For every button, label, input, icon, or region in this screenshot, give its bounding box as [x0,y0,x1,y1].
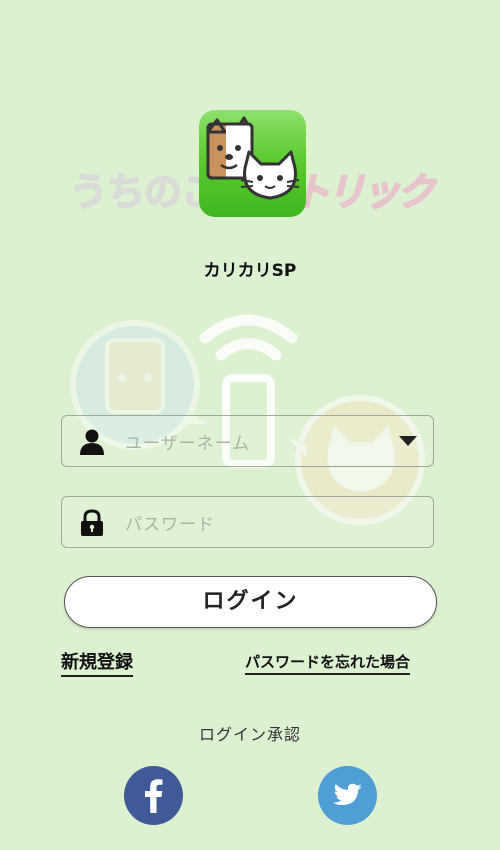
username-field[interactable]: ユーザーネーム [61,415,434,467]
logo-text-left: うちのこ [70,170,218,214]
cat-icon [240,150,300,200]
app-icon [199,110,306,217]
dropdown-caret-icon[interactable] [399,436,417,446]
username-placeholder: ユーザーネーム [125,434,251,454]
password-field[interactable]: パスワード [61,496,434,548]
twitter-login-button[interactable] [318,766,377,825]
facebook-login-button[interactable] [124,766,183,825]
forgot-password-link[interactable]: パスワードを忘れた場合 [245,651,411,675]
user-icon [79,428,105,456]
logo-text-right: トリック [292,170,437,214]
password-placeholder: パスワード [125,515,215,535]
login-button[interactable]: ログイン [64,576,437,628]
twitter-icon [332,783,362,806]
lock-icon [79,509,105,537]
facebook-icon [145,779,163,813]
app-title: カリカリSP [203,261,297,281]
social-login-heading: ログイン承認 [198,725,301,744]
register-link[interactable]: 新規登録 [61,648,133,677]
